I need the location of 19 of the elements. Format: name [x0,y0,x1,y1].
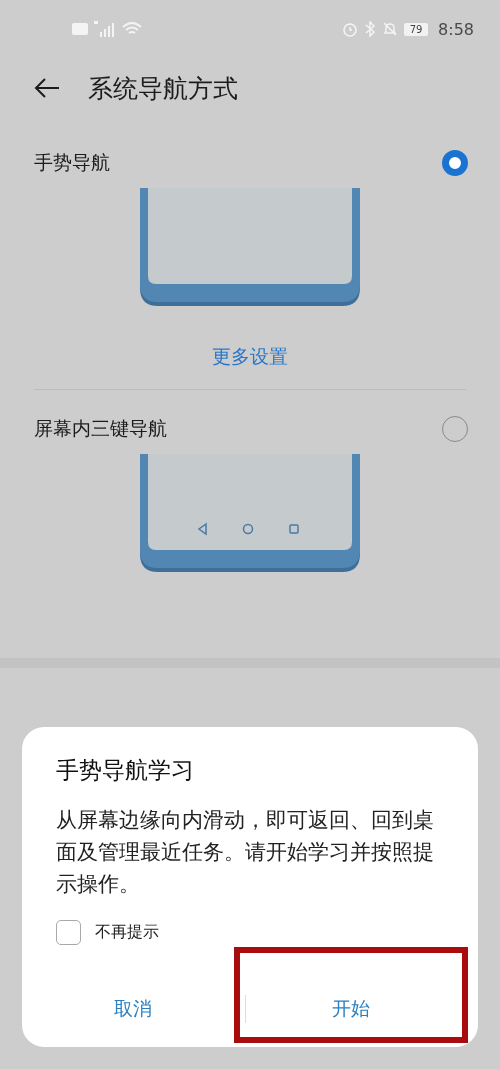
option-label: 手势导航 [34,150,110,175]
muted-bell-icon [382,21,399,37]
dialog-title: 手势导航学习 [56,756,195,785]
dialog-button[interactable]: 开始 [233,947,468,1043]
wifi-icon [122,21,142,37]
option-label: 屏幕内三键导航 [34,416,167,441]
checkbox-label: 不再提示 [95,922,159,943]
status-time: 8:58 [438,19,474,39]
radio-button[interactable] [442,150,468,176]
back-arrow-icon[interactable] [34,77,60,99]
hd-icon [72,23,88,35]
dialog-message: 从屏幕边缘向内滑动，即可返回、回到桌面及管理最近任务。请开始学习并按照提示操作。 [56,807,435,898]
alarm-icon [342,21,359,37]
page-title: 系统导航方式 [88,72,238,105]
more-settings-link[interactable]: 更多设置 [212,344,288,370]
battery-level: 79 [404,22,429,36]
checkbox[interactable] [56,920,81,945]
bluetooth-icon [364,21,377,37]
signal-icon [94,21,116,37]
